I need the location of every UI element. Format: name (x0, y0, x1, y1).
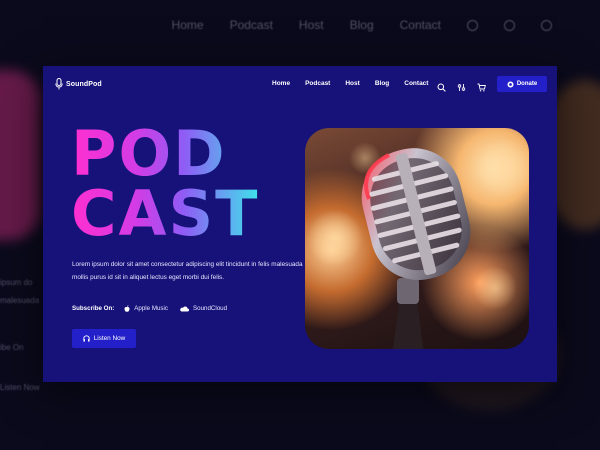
listen-now-button[interactable]: Listen Now (72, 329, 136, 348)
background-search-icon (467, 19, 478, 31)
platform-apple-music[interactable]: Apple Music (124, 305, 168, 312)
hero-description: Lorem ipsum dolor sit amet consectetur a… (72, 261, 303, 281)
background-text: malesuada (0, 296, 40, 305)
apple-icon (124, 305, 130, 312)
nav-link-contact[interactable]: Contact (404, 80, 428, 87)
brand-name: SoundPod (66, 80, 102, 88)
background-text: ipsum do (0, 278, 33, 287)
coin-icon (507, 81, 514, 87)
platform-soundcloud[interactable]: SoundCloud (180, 305, 227, 312)
donate-button[interactable]: Donate (497, 76, 547, 92)
hero-title: POD CAST (71, 124, 259, 244)
background-nav: Home Podcast Host Blog Contact (172, 18, 552, 32)
settings-icon[interactable] (457, 79, 466, 91)
hero-card: SoundPod Home Podcast Host Blog Contact … (43, 66, 557, 382)
microphone-illustration (307, 138, 529, 349)
top-nav: SoundPod Home Podcast Host Blog Contact … (43, 66, 557, 104)
microphone-photo (305, 128, 529, 349)
brand-logo[interactable]: SoundPod (55, 78, 102, 90)
search-icon[interactable] (437, 79, 446, 92)
microphone-icon (55, 78, 63, 90)
background-cart-icon (541, 19, 552, 31)
hero-title-line2: CAST (71, 177, 260, 250)
background-nav-item: Home (171, 18, 204, 32)
cart-icon[interactable] (477, 79, 486, 92)
headphones-icon (83, 335, 90, 342)
subscribe-row: Subscribe On: Apple Music SoundCloud (72, 305, 239, 312)
background-text: ibe On (0, 343, 24, 352)
listen-now-label: Listen Now (93, 335, 126, 342)
cloud-icon (180, 305, 189, 311)
background-nav-item: Blog (349, 18, 374, 32)
background-blob (0, 70, 40, 240)
background-nav-item: Host (298, 18, 324, 32)
subscribe-label: Subscribe On: (72, 305, 115, 312)
nav-link-host[interactable]: Host (345, 80, 359, 87)
platform-label: SoundCloud (193, 305, 228, 312)
background-nav-item: Podcast (229, 18, 273, 32)
donate-label: Donate (516, 81, 538, 87)
background-text: Listen Now (0, 383, 40, 392)
platform-label: Apple Music (134, 305, 168, 312)
nav-link-blog[interactable]: Blog (375, 80, 389, 87)
nav-link-podcast[interactable]: Podcast (305, 80, 330, 87)
main-menu: Home Podcast Host Blog Contact (272, 80, 428, 87)
background-nav-item: Contact (399, 18, 441, 32)
hero-title-line1: POD (71, 117, 227, 190)
nav-icons (437, 79, 486, 92)
nav-link-home[interactable]: Home (272, 80, 290, 87)
background-settings-icon (504, 19, 515, 31)
